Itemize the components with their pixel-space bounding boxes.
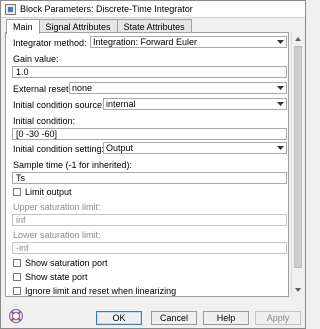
apply-button[interactable]: Apply <box>255 311 301 325</box>
show-state-port-label: Show state port <box>25 272 88 282</box>
initial-condition-setting-label: Initial condition setting: <box>13 144 105 154</box>
sample-time-field[interactable]: Ts <box>12 172 287 184</box>
sample-time-label: Sample time (-1 for inherited): <box>13 160 133 170</box>
external-reset-label: External reset: <box>13 84 72 94</box>
tab-state-attributes[interactable]: State Attributes <box>116 19 192 33</box>
chevron-down-icon <box>277 102 284 106</box>
initial-condition-source-value: internal <box>106 99 136 109</box>
external-reset-dropdown[interactable]: none <box>69 82 287 94</box>
chevron-down-icon <box>277 146 284 150</box>
title-bar: Block Parameters: Discrete-Time Integrat… <box>1 1 305 18</box>
ignore-limit-reset-label: Ignore limit and reset when linearizing <box>25 286 177 296</box>
lower-saturation-limit-field: -inf <box>12 242 287 254</box>
ok-button[interactable]: OK <box>96 311 142 325</box>
initial-condition-source-dropdown[interactable]: internal <box>103 98 287 110</box>
vertical-scrollbar[interactable] <box>291 32 303 297</box>
dialog-window: Block Parameters: Discrete-Time Integrat… <box>0 0 306 329</box>
upper-saturation-limit-field: inf <box>12 214 287 226</box>
external-reset-value: none <box>72 83 93 93</box>
upper-saturation-limit-label: Upper saturation limit: <box>13 202 101 212</box>
ignore-limit-reset-checkbox[interactable] <box>13 287 21 295</box>
window-title: Block Parameters: Discrete-Time Integrat… <box>20 4 193 14</box>
help-button[interactable]: Help <box>203 311 249 325</box>
initial-condition-setting-dropdown[interactable]: Output <box>103 142 287 154</box>
scroll-up-icon[interactable] <box>293 34 303 44</box>
initial-condition-setting-value: Output <box>106 143 134 153</box>
chevron-down-icon <box>277 86 284 90</box>
integrator-method-value: Integration: Forward Euler <box>93 37 198 47</box>
gain-value-label: Gain value: <box>13 54 59 64</box>
initial-condition-label: Initial condition: <box>13 116 76 126</box>
integrator-method-dropdown[interactable]: Integration: Forward Euler <box>90 36 287 48</box>
limit-output-checkbox[interactable] <box>13 188 21 196</box>
limit-output-label: Limit output <box>25 187 72 197</box>
scrollbar-thumb[interactable] <box>294 46 302 268</box>
integrator-method-label: Integrator method: <box>13 38 87 48</box>
tab-main[interactable]: Main <box>6 19 40 34</box>
initial-condition-source-label: Initial condition source: <box>13 100 105 110</box>
tab-signal-attributes[interactable]: Signal Attributes <box>38 19 118 33</box>
show-saturation-port-checkbox[interactable] <box>13 259 21 267</box>
help-icon[interactable] <box>8 308 24 324</box>
chevron-down-icon <box>277 40 284 44</box>
main-panel: Integrator method: Integration: Forward … <box>5 32 289 297</box>
show-saturation-port-label: Show saturation port <box>25 258 108 268</box>
block-parameters-icon <box>5 3 16 15</box>
initial-condition-field[interactable]: [0 -30 -60] <box>12 128 287 140</box>
scroll-down-icon[interactable] <box>293 285 303 295</box>
tab-strip: Main Signal Attributes State Attributes <box>6 19 192 34</box>
show-state-port-checkbox[interactable] <box>13 273 21 281</box>
cancel-button[interactable]: Cancel <box>151 311 197 325</box>
gain-value-field[interactable]: 1.0 <box>12 66 287 78</box>
lower-saturation-limit-label: Lower saturation limit: <box>13 230 101 240</box>
